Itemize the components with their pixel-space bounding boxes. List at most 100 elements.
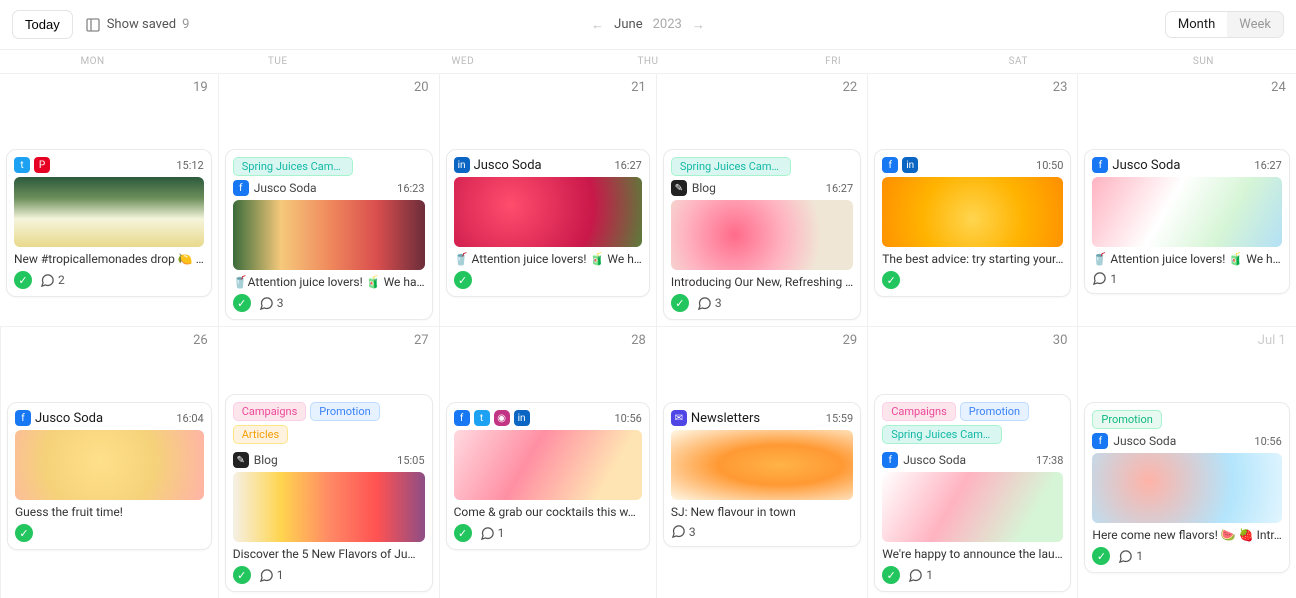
pinterest-icon: P: [34, 157, 50, 173]
saved-count: 9: [182, 17, 189, 32]
facebook-icon: f: [233, 180, 249, 196]
today-button[interactable]: Today: [12, 10, 73, 39]
post-caption: We're happy to announce the lau…: [882, 547, 1063, 561]
campaigns-pill[interactable]: Campaigns: [233, 402, 307, 421]
post-card[interactable]: Spring Juices Campai… ✎Blog16:27 Introdu…: [663, 149, 861, 320]
day-cell-27[interactable]: 27 CampaignsPromotion Articles ✎Blog15:0…: [218, 326, 439, 598]
approved-check-icon: ✓: [1092, 547, 1110, 565]
account-name: Jusco Soda: [1113, 434, 1176, 448]
campaign-pill[interactable]: Spring Juices Campai…: [671, 157, 791, 176]
post-time: 16:27: [614, 159, 641, 172]
day-cell-26[interactable]: 26 fJusco Soda16:04 Guess the fruit time…: [0, 326, 218, 598]
post-card[interactable]: ✉Newsletters15:59 SJ: New flavour in tow…: [663, 402, 861, 547]
post-time: 15:05: [397, 454, 424, 467]
comment-count[interactable]: 1: [1092, 271, 1117, 286]
post-card[interactable]: Spring Juices Campai… fJusco Soda16:23 🥤…: [225, 149, 433, 320]
day-cell-19[interactable]: 19 t P 15:12 New #tropicallemonades drop…: [0, 73, 218, 326]
date-number: Jul 1: [1084, 331, 1289, 352]
post-caption: Discover the 5 New Flavors of Ju…: [233, 547, 425, 561]
campaign-pill[interactable]: Spring Juices Campai…: [233, 157, 353, 176]
post-card[interactable]: t P 15:12 New #tropicallemonades drop 🍋 …: [6, 149, 212, 297]
day-cell-29[interactable]: 29 ✉Newsletters15:59 SJ: New flavour in …: [656, 326, 867, 598]
post-thumbnail: [233, 472, 425, 542]
day-cell-30[interactable]: 30 CampaignsPromotion Spring Juices Camp…: [867, 326, 1077, 598]
current-year: 2023: [653, 17, 682, 32]
day-cell-24[interactable]: 24 fJusco Soda16:27 🥤 Attention juice lo…: [1077, 73, 1295, 326]
date-number: 21: [446, 78, 650, 99]
facebook-icon: f: [454, 410, 470, 426]
post-thumbnail: [671, 430, 853, 500]
comment-count[interactable]: 1: [480, 526, 505, 541]
day-cell-28[interactable]: 28 ft◉in10:56 Come & grab our cocktails …: [439, 326, 656, 598]
view-week[interactable]: Week: [1227, 12, 1283, 37]
comment-count[interactable]: 3: [671, 524, 696, 539]
date-number: 24: [1084, 78, 1289, 99]
date-number: 29: [663, 331, 861, 352]
approved-check-icon: ✓: [454, 271, 472, 289]
approved-check-icon: ✓: [233, 294, 251, 312]
post-card[interactable]: CampaignsPromotion Spring Juices Campai……: [874, 394, 1071, 592]
day-cell-22[interactable]: 22 Spring Juices Campai… ✎Blog16:27 Intr…: [656, 73, 867, 326]
post-thumbnail: [671, 200, 853, 270]
campaign-pill[interactable]: Spring Juices Campai…: [882, 425, 1002, 444]
facebook-icon: f: [15, 410, 31, 426]
post-time: 15:12: [176, 159, 203, 172]
twitter-icon: t: [474, 410, 490, 426]
comment-count[interactable]: 3: [697, 296, 722, 311]
account-name: Jusco Soda: [254, 181, 317, 195]
day-cell-23[interactable]: 23 fin10:50 The best advice: try startin…: [867, 73, 1077, 326]
post-caption: Here come new flavors! 🍉 🍓 Intr…: [1092, 528, 1281, 542]
promotion-pill[interactable]: Promotion: [310, 402, 379, 421]
day-cell-21[interactable]: 21 inJusco Soda16:27 🥤 Attention juice l…: [439, 73, 656, 326]
facebook-icon: f: [882, 157, 898, 173]
comment-count[interactable]: 1: [1118, 549, 1143, 564]
post-thumbnail: [454, 177, 642, 247]
articles-pill[interactable]: Articles: [233, 425, 288, 444]
post-thumbnail: [1092, 453, 1281, 523]
post-card[interactable]: ft◉in10:56 Come & grab our cocktails thi…: [446, 402, 650, 550]
topbar: Today Show saved 9 ← June 2023 → Month W…: [0, 0, 1296, 49]
account-name: Jusco Soda: [1112, 158, 1180, 173]
post-card[interactable]: inJusco Soda16:27 🥤 Attention juice love…: [446, 149, 650, 297]
post-card[interactable]: fJusco Soda16:27 🥤 Attention juice lover…: [1084, 149, 1289, 294]
show-saved-toggle[interactable]: Show saved 9: [85, 17, 190, 33]
day-cell-20[interactable]: 20 Spring Juices Campai… fJusco Soda16:2…: [218, 73, 439, 326]
facebook-icon: f: [1092, 157, 1108, 173]
dow-fri: FRI: [741, 50, 926, 73]
post-caption: 🥤 Attention juice lovers! 🧃 We h…: [1092, 252, 1281, 266]
comment-count[interactable]: 1: [259, 568, 284, 583]
date-number: 27: [225, 331, 433, 352]
dow-tue: TUE: [185, 50, 370, 73]
post-card[interactable]: CampaignsPromotion Articles ✎Blog15:05 D…: [225, 394, 433, 592]
post-card[interactable]: Promotion fJusco Soda10:56 Here come new…: [1084, 402, 1289, 573]
post-time: 15:59: [826, 412, 853, 425]
account-name: Jusco Soda: [35, 411, 103, 426]
date-number: 22: [663, 78, 861, 99]
post-caption: 🥤 Attention juice lovers! 🧃 We h…: [454, 252, 642, 266]
approved-check-icon: ✓: [882, 271, 900, 289]
linkedin-icon: in: [514, 410, 530, 426]
comment-count[interactable]: 1: [908, 568, 933, 583]
day-cell-jul1[interactable]: Jul 1 Promotion fJusco Soda10:56 Here co…: [1077, 326, 1295, 598]
post-card[interactable]: fin10:50 The best advice: try starting y…: [874, 149, 1071, 297]
date-number: 20: [225, 78, 433, 99]
campaigns-pill[interactable]: Campaigns: [882, 402, 956, 421]
linkedin-icon: in: [902, 157, 918, 173]
promotion-pill[interactable]: Promotion: [960, 402, 1029, 421]
post-caption: The best advice: try starting your…: [882, 252, 1063, 266]
comment-count[interactable]: 3: [259, 296, 284, 311]
approved-check-icon: ✓: [454, 524, 472, 542]
dow-sun: SUN: [1111, 50, 1296, 73]
post-card[interactable]: fJusco Soda16:04 Guess the fruit time! ✓: [7, 402, 212, 550]
promotion-pill[interactable]: Promotion: [1092, 410, 1161, 429]
prev-month-arrow[interactable]: ←: [591, 17, 604, 33]
account-name: Jusco Soda: [903, 453, 966, 467]
blog-icon: ✎: [233, 452, 249, 468]
next-month-arrow[interactable]: →: [692, 17, 705, 33]
view-month[interactable]: Month: [1166, 12, 1227, 37]
date-number: 23: [874, 78, 1071, 99]
post-time: 16:27: [826, 182, 853, 195]
comment-count[interactable]: 2: [40, 273, 65, 288]
post-time: 16:04: [176, 412, 203, 425]
post-caption: Introducing Our New, Refreshing …: [671, 275, 853, 289]
